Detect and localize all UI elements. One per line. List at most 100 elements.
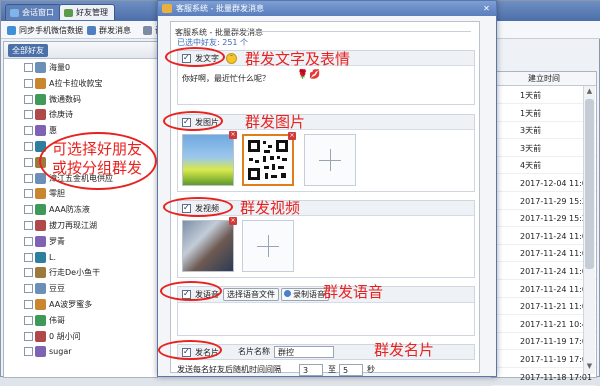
friend-row[interactable]: 罗青 (4, 235, 157, 249)
friend-row[interactable]: 拔刀再现江湖 (4, 219, 157, 233)
qr-code-thumbnail[interactable]: × (242, 132, 296, 186)
table-row[interactable]: 2017-12-04 11:01 (492, 175, 596, 192)
annotation-card: 群发名片 (374, 341, 435, 359)
table-row[interactable]: 3天前 (492, 140, 596, 157)
friend-name: 微通数码 (49, 94, 81, 104)
created-time-cell: 2017-11-24 11:01 (520, 249, 593, 259)
sync-icon (7, 26, 16, 35)
rose-emoji: 🌹 (297, 70, 309, 80)
table-row[interactable]: 3天前 (492, 122, 596, 140)
avatar (35, 283, 46, 295)
friend-checkbox[interactable] (24, 142, 33, 151)
table-row[interactable]: 2017-11-18 17:01 (492, 369, 596, 386)
scroll-thumb[interactable] (585, 99, 594, 269)
table-row[interactable]: 1天前 (492, 105, 596, 122)
friend-checkbox[interactable] (24, 78, 33, 88)
table-row[interactable]: 2017-11-19 17:06 (492, 333, 596, 351)
close-icon[interactable]: ✕ (480, 3, 493, 14)
friend-checkbox[interactable] (24, 252, 33, 262)
all-friends-tab[interactable]: 全部好友 (8, 44, 48, 57)
annotation-image: 群发图片 (245, 113, 306, 131)
friend-checkbox[interactable] (24, 110, 33, 120)
friend-checkbox[interactable] (24, 126, 33, 136)
friend-row[interactable]: 微通数码 (4, 93, 157, 107)
tab-chat-window[interactable]: 会话窗口 (5, 4, 61, 20)
friend-list-panel: 全部好友 海量0 A拉卡拉收款宝 微通数码 徐庚诗惠漳江五金机电供应 零胆 AAA防冻液拔… (3, 41, 158, 378)
created-time-cell: 2017-11-19 17:06 (520, 355, 593, 364)
table-row[interactable]: 2017-11-29 15:25 (492, 193, 596, 210)
friend-checkbox[interactable] (24, 300, 33, 309)
friend-row[interactable]: sugar (4, 345, 157, 359)
friend-row[interactable]: AAA防冻液 (4, 203, 157, 217)
mass-message-button[interactable]: 群发消息 (85, 24, 131, 37)
dialog-title: 客服系统 - 批量群发消息 (176, 4, 264, 13)
friend-checkbox[interactable] (24, 268, 33, 278)
friend-row[interactable]: 伟哥 (4, 314, 157, 328)
smiley-icon[interactable]: ˘ (226, 53, 237, 64)
image-thumbnail[interactable]: × (182, 131, 237, 186)
record-voice-button[interactable]: 录制语音 (281, 288, 329, 301)
select-voice-file-button[interactable]: 选择语音文件 (223, 288, 279, 301)
message-text-input[interactable]: 你好啊，最近忙什么呢？ (182, 73, 270, 84)
microphone-icon (284, 290, 291, 297)
card-name-input[interactable]: 群控 (274, 346, 334, 358)
friend-checkbox[interactable] (24, 63, 33, 72)
table-row[interactable]: 2017-11-24 11:01 (492, 281, 596, 298)
remove-video-icon[interactable]: × (229, 217, 237, 225)
friend-name: 罗青 (49, 236, 65, 246)
table-row[interactable]: 4天前 (492, 157, 596, 175)
table-row[interactable]: 2017-11-21 11:00 (492, 298, 596, 316)
created-time-cell: 2017-11-24 11:01 (520, 231, 593, 241)
friend-checkbox[interactable] (24, 157, 33, 167)
friend-checkbox[interactable] (24, 94, 33, 104)
friend-checkbox[interactable] (24, 331, 33, 341)
interval-max-input[interactable]: 5 (339, 364, 363, 376)
friend-checkbox[interactable] (24, 205, 33, 215)
friend-checkbox[interactable] (24, 347, 33, 357)
add-image-button[interactable] (304, 134, 356, 186)
annotation-voice: 群发语音 (323, 283, 384, 301)
friend-row[interactable]: L. (4, 251, 157, 265)
annotation-select: 可选择好朋友 或按分组群发 (52, 140, 143, 177)
friend-row[interactable]: 行走De小鱼干 (4, 266, 157, 280)
video-thumbnail[interactable]: × (182, 217, 237, 272)
friend-row[interactable]: 海量0 (4, 61, 157, 75)
remove-image-icon[interactable]: × (288, 132, 296, 140)
scroll-up-arrow-icon[interactable]: ▲ (584, 86, 595, 97)
table-row[interactable]: 2017-11-21 10:49 (492, 316, 596, 333)
friend-checkbox[interactable] (24, 315, 33, 325)
interval-min-input[interactable]: 3 (299, 364, 323, 376)
scroll-down-arrow-icon[interactable]: ▼ (584, 361, 595, 372)
friend-name: 拔刀再现江湖 (49, 221, 97, 230)
table-row[interactable]: 2017-11-24 11:01 (492, 228, 596, 245)
created-time-cell: 4天前 (520, 161, 542, 171)
friend-checkbox[interactable] (24, 189, 33, 199)
column-header-created-time[interactable]: 建立时间 (492, 72, 596, 86)
created-time-cell: 2017-11-21 10:49 (520, 319, 593, 329)
tab-friend-management[interactable]: 好友管理 (59, 4, 115, 20)
friend-row[interactable]: 豆豆 (4, 282, 157, 296)
friend-row[interactable]: AA波罗蜜多 (4, 298, 157, 312)
interval-min-value: 3 (303, 366, 309, 375)
table-scrollbar[interactable]: ▲ ▼ (583, 86, 595, 374)
table-row[interactable]: 2017-11-29 15:20 (492, 210, 596, 228)
friend-row[interactable]: 0 胡小问 (4, 330, 157, 344)
table-row[interactable]: 2017-11-24 11:01 (492, 263, 596, 280)
table-row[interactable]: 2017-11-19 17:06 (492, 351, 596, 368)
friend-row[interactable]: 零胆 (4, 187, 157, 201)
add-video-button[interactable] (242, 220, 294, 272)
friend-row[interactable]: A拉卡拉收款宝 (4, 77, 157, 91)
friend-row[interactable]: 徐庚诗 (4, 108, 157, 122)
friend-checkbox[interactable] (24, 173, 33, 183)
interval-unit-label: 秒 (367, 365, 375, 374)
friend-checkbox[interactable] (24, 221, 33, 230)
table-row[interactable]: 2017-11-24 11:01 (492, 245, 596, 263)
annotation-circle-voice (160, 281, 222, 301)
button-label: 录制语音 (293, 290, 325, 299)
dialog-content: 客服系统 - 批量群发消息 已选中好友: 251 个 发文字 ˘ 你好啊，最近忙… (170, 21, 480, 376)
friend-checkbox[interactable] (24, 236, 33, 246)
table-row[interactable]: 1天前 (492, 87, 596, 104)
sync-wechat-button[interactable]: 同步手机微信数据 (5, 24, 83, 37)
friend-checkbox[interactable] (24, 284, 33, 294)
remove-image-icon[interactable]: × (229, 131, 237, 139)
